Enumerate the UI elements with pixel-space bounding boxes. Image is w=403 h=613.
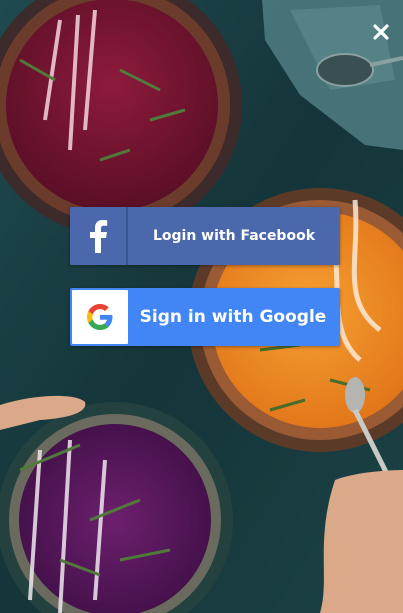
facebook-icon-container <box>70 207 128 265</box>
facebook-icon <box>90 220 108 253</box>
close-icon <box>373 24 389 40</box>
close-button[interactable] <box>369 20 393 44</box>
facebook-button-label: Login with Facebook <box>152 228 316 244</box>
google-icon <box>87 304 113 330</box>
google-button-label: Sign in with Google <box>139 307 327 327</box>
google-signin-button[interactable]: Sign in with Google <box>70 288 340 346</box>
facebook-login-button[interactable]: Login with Facebook <box>70 207 340 265</box>
google-icon-container <box>72 290 128 344</box>
login-screen: Login with Facebook Sign in with Google <box>0 0 403 613</box>
